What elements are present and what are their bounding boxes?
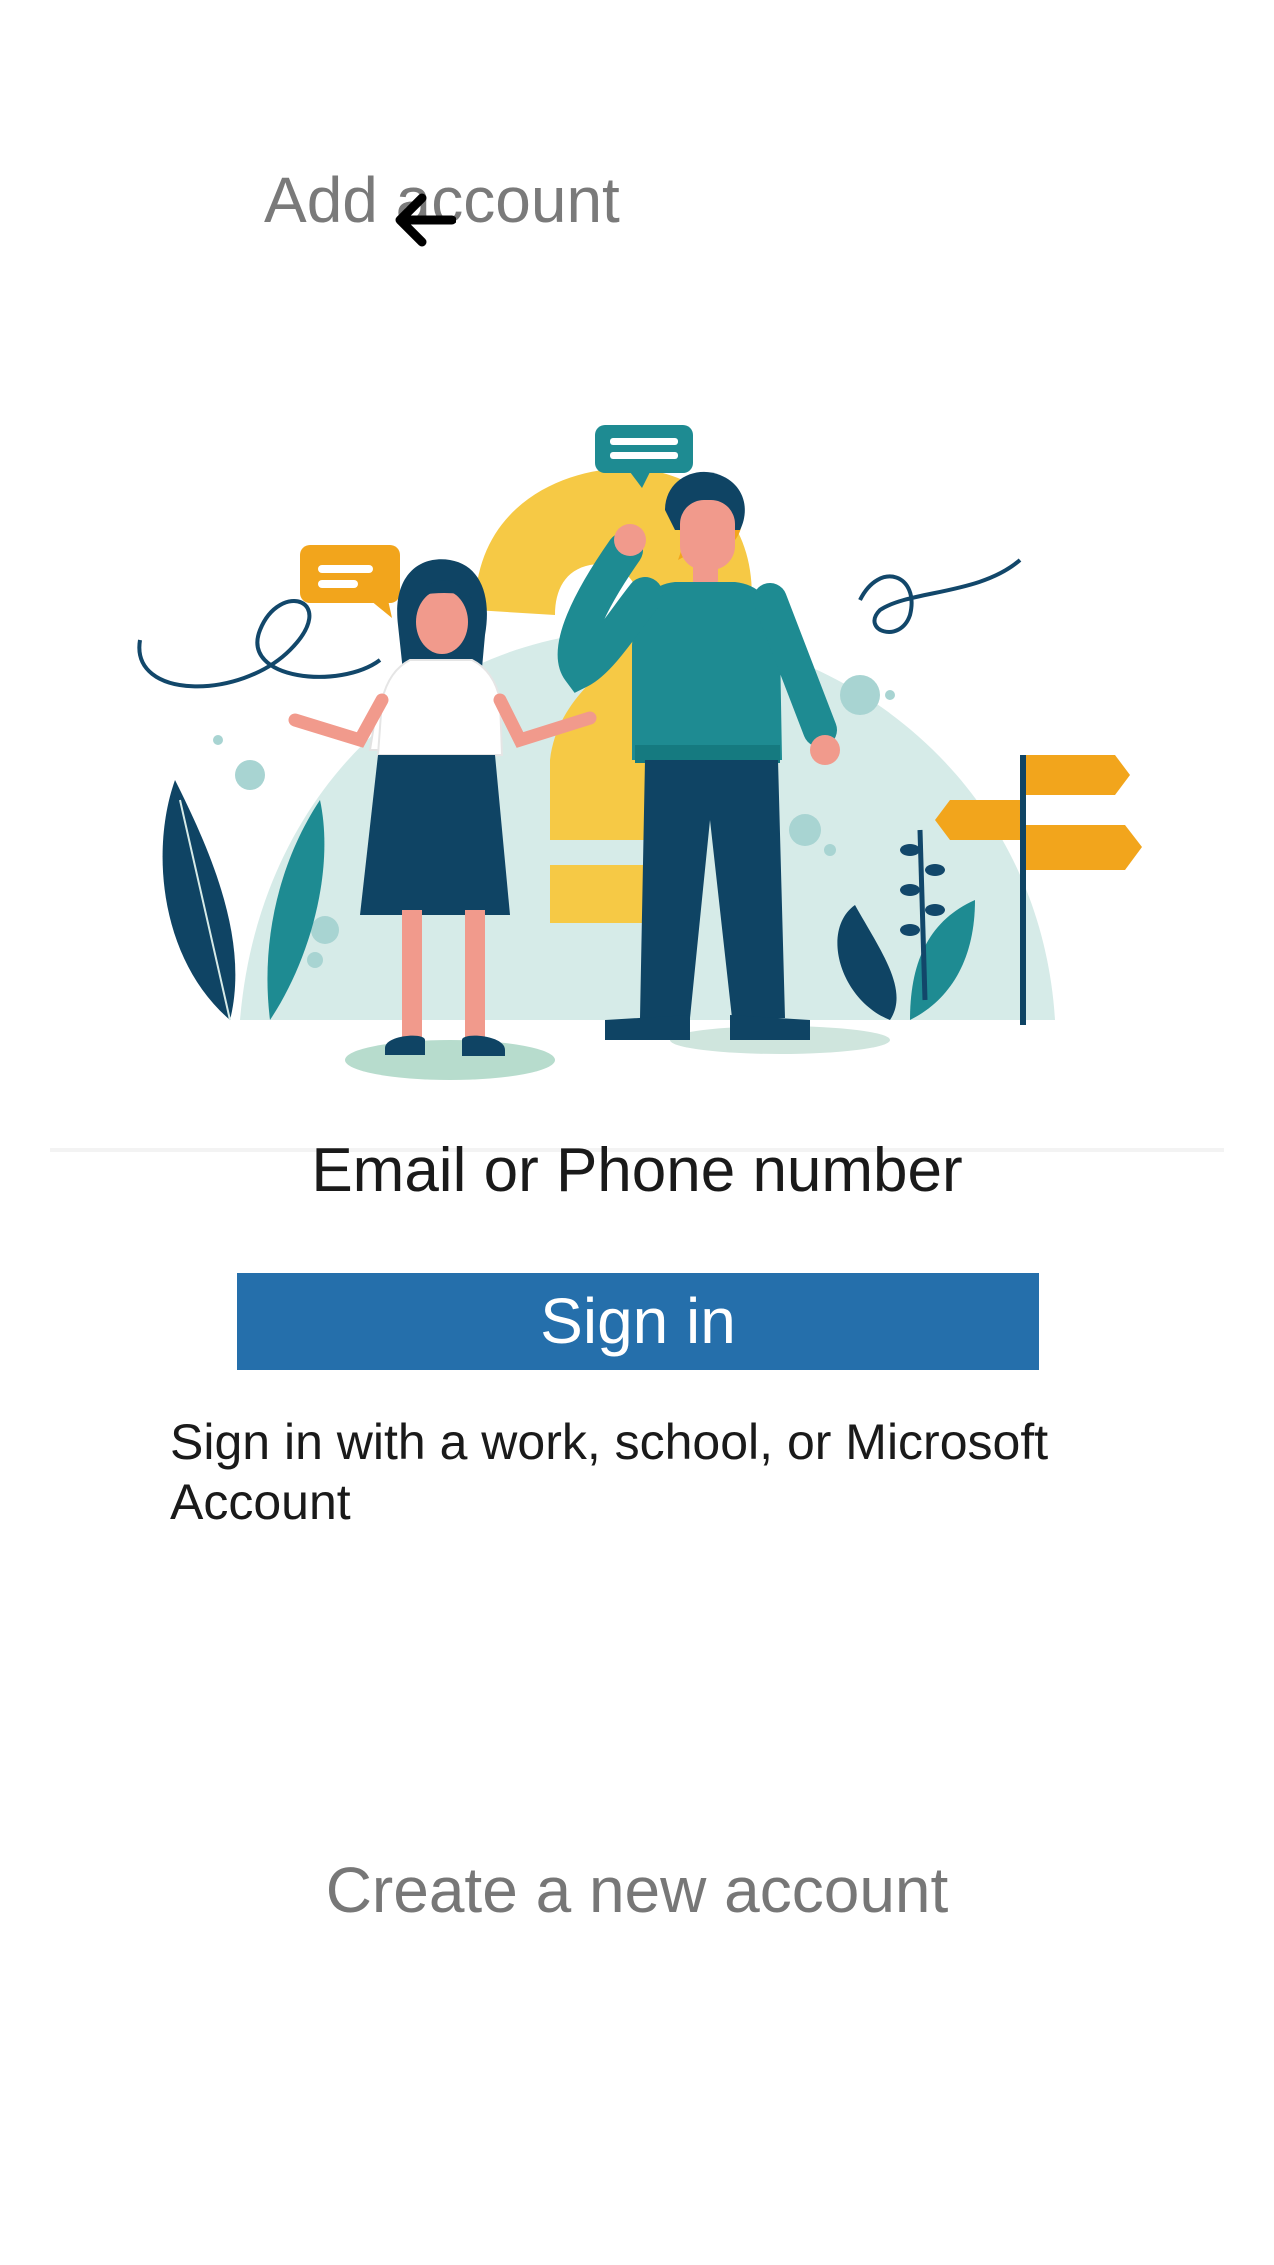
question-mark-dot bbox=[550, 865, 645, 923]
back-arrow-icon[interactable] bbox=[392, 190, 456, 250]
create-account-link[interactable]: Create a new account bbox=[0, 1855, 1274, 1926]
sign-in-description: Sign in with a work, school, or Microsof… bbox=[170, 1414, 1049, 1530]
chat-bubble-left bbox=[300, 545, 400, 618]
ground-shadow bbox=[345, 1040, 555, 1080]
confused-people-illustration: ? bbox=[137, 425, 1142, 1080]
swirl-line-left bbox=[137, 599, 382, 689]
sign-in-button[interactable]: Sign in bbox=[237, 1273, 1039, 1370]
email-field[interactable] bbox=[100, 1130, 1174, 1210]
swirl-line-right bbox=[858, 558, 1022, 634]
